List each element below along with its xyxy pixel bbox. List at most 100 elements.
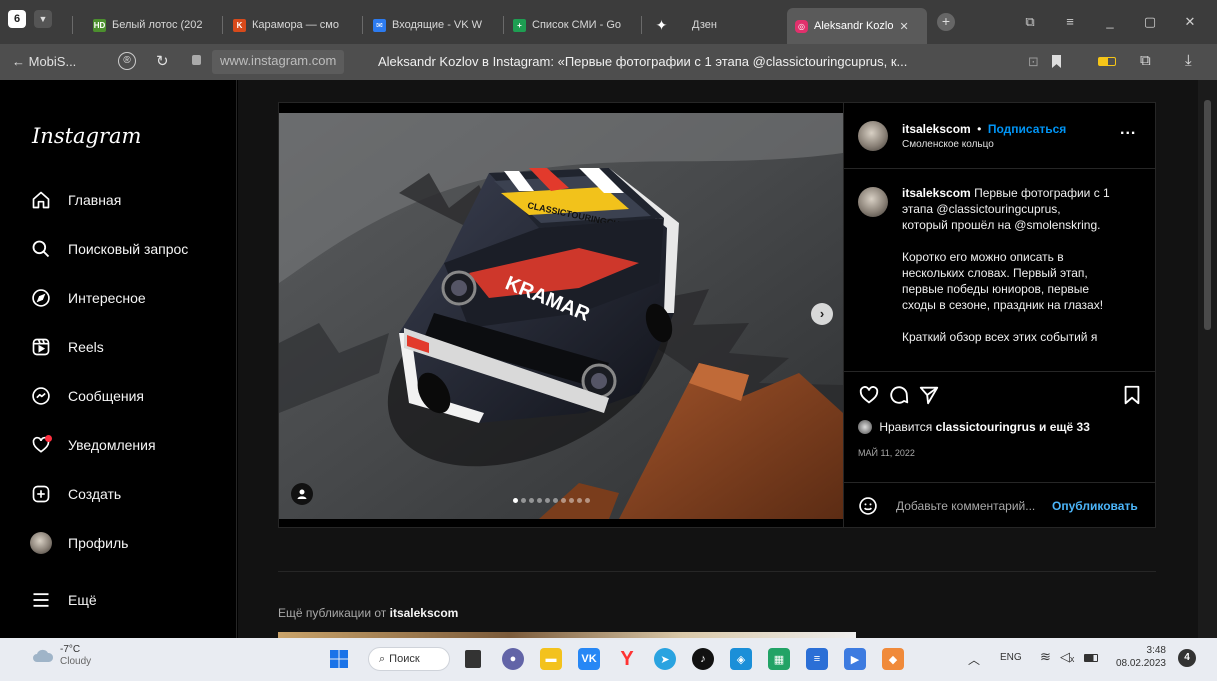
comment-icon[interactable] bbox=[888, 384, 910, 411]
new-tab-plus-icon[interactable]: + bbox=[937, 13, 955, 31]
vk-icon[interactable]: VK bbox=[578, 648, 600, 670]
post-photo[interactable]: CLASSICTOURINGCUP KRAMAR › bbox=[279, 113, 843, 519]
yandex-browser-icon[interactable]: Y bbox=[616, 648, 638, 670]
tab-list-chevron-icon[interactable]: ▼ bbox=[34, 10, 52, 28]
show-hidden-icons-chevron[interactable]: ︿ bbox=[968, 651, 980, 668]
docs-app-icon[interactable]: ≡ bbox=[806, 648, 828, 670]
sidebar-item-label: Reels bbox=[68, 339, 104, 355]
share-icon[interactable]: ⊡ bbox=[1028, 54, 1039, 70]
chat-icon[interactable]: ● bbox=[502, 648, 524, 670]
volume-icon[interactable]: ◁ₓ bbox=[1060, 649, 1074, 665]
like-heart-icon[interactable] bbox=[858, 384, 880, 411]
sidebar-item-home[interactable]: Главная bbox=[30, 185, 121, 215]
tiktok-icon[interactable]: ♪ bbox=[692, 648, 714, 670]
menu-lines-icon[interactable]: ≡ bbox=[1060, 12, 1080, 32]
sidebar-item-explore[interactable]: Интересное bbox=[30, 283, 146, 313]
save-bookmark-icon[interactable] bbox=[1122, 384, 1142, 411]
sidebar-item-messages[interactable]: Сообщения bbox=[30, 381, 144, 411]
comment-input[interactable]: Добавьте комментарий... bbox=[896, 499, 1035, 513]
sidebar-item-label: Ещё bbox=[68, 592, 97, 608]
page-scrollbar-thumb[interactable] bbox=[1204, 100, 1211, 330]
url-field[interactable]: www.instagram.com bbox=[212, 50, 345, 74]
restore-icon[interactable]: ▢ bbox=[1140, 12, 1160, 32]
more-posts-prefix: Ещё публикации от bbox=[278, 606, 387, 620]
tab-vk-inbox[interactable]: ✉ Входящие - VK W bbox=[373, 12, 495, 38]
language-indicator[interactable]: ENG bbox=[1000, 652, 1022, 663]
instagram-logo[interactable]: Instagram bbox=[32, 124, 141, 148]
liker-username[interactable]: classictouringrus bbox=[936, 420, 1036, 434]
post-location[interactable]: Смоленское кольцо bbox=[902, 139, 994, 150]
battery-icon[interactable] bbox=[1084, 654, 1098, 662]
sidebar-item-label: Интересное bbox=[68, 290, 146, 306]
tab-karamora[interactable]: K Карамора — смо bbox=[233, 12, 355, 38]
sidebar-item-label: Профиль bbox=[68, 535, 129, 551]
more-posts-user[interactable]: itsalekscom bbox=[390, 606, 459, 620]
sidebar-item-notifications[interactable]: Уведомления bbox=[30, 430, 156, 460]
tab-favicon-icon: K bbox=[233, 18, 246, 32]
author-username[interactable]: itsalekscom bbox=[902, 122, 971, 136]
more-options-icon[interactable]: ... bbox=[1120, 121, 1136, 139]
menu-icon bbox=[30, 589, 52, 611]
likes-prefix: Нравится bbox=[879, 420, 933, 434]
protect-icon[interactable]: ® bbox=[118, 52, 136, 70]
bookmark-icon[interactable] bbox=[1052, 55, 1061, 68]
extensions-icon[interactable]: ⧉ bbox=[1140, 52, 1151, 69]
sidebar-item-more[interactable]: Ещё bbox=[30, 585, 97, 615]
sidebar-item-label: Главная bbox=[68, 192, 122, 208]
liker-avatar[interactable] bbox=[858, 420, 872, 434]
sidebar-item-search[interactable]: Поисковый запрос bbox=[30, 234, 188, 264]
caption-avatar[interactable] bbox=[858, 187, 888, 217]
notification-count-badge[interactable]: 4 bbox=[1178, 649, 1196, 667]
follow-button[interactable]: Подписаться bbox=[988, 122, 1066, 136]
clock[interactable]: 3:48 08.02.2023 bbox=[1110, 644, 1166, 670]
tab-dzen[interactable]: ✦ Дзен bbox=[655, 12, 765, 38]
security-shield-icon[interactable]: ◈ bbox=[730, 648, 752, 670]
caption-line: нескольких словах. Первый этап, bbox=[902, 266, 1088, 280]
caption-line: Коротко его можно описать в bbox=[902, 250, 1064, 264]
caption-username[interactable]: itsalekscom bbox=[902, 186, 971, 200]
search-icon: ⌕ bbox=[379, 652, 386, 665]
tab-favicon-icon: HD bbox=[93, 18, 106, 32]
close-window-icon[interactable]: ✕ bbox=[1180, 12, 1200, 32]
clock-date: 08.02.2023 bbox=[1115, 658, 1166, 669]
reload-icon[interactable]: ↻ bbox=[156, 52, 169, 70]
share-plane-icon[interactable] bbox=[918, 384, 940, 411]
tab-white-lotus[interactable]: HD Белый лотос (202 bbox=[93, 12, 215, 38]
download-icon[interactable]: ⤓ bbox=[1185, 52, 1192, 69]
tab-count-button[interactable]: 6 bbox=[8, 10, 26, 28]
tab-favicon-icon: ✦ bbox=[655, 16, 668, 33]
likes-suffix[interactable]: и ещё 33 bbox=[1039, 420, 1090, 434]
publish-comment-button[interactable]: Опубликовать bbox=[1052, 499, 1138, 513]
carousel-dot bbox=[521, 498, 526, 503]
author-avatar[interactable] bbox=[858, 121, 888, 151]
telegram-icon[interactable]: ➤ bbox=[654, 648, 676, 670]
taskbar-search-box[interactable]: ⌕ Поиск bbox=[368, 647, 450, 671]
collections-icon[interactable]: ⧉ bbox=[1020, 12, 1040, 32]
sidebar-item-profile[interactable]: Профиль bbox=[30, 528, 128, 558]
task-view-icon[interactable] bbox=[465, 650, 481, 668]
lock-icon bbox=[192, 55, 201, 65]
sidebar-item-create[interactable]: Создать bbox=[30, 479, 121, 509]
carousel-dot bbox=[513, 498, 518, 503]
battery-saver-icon[interactable] bbox=[1098, 57, 1116, 66]
tagged-user-icon[interactable] bbox=[291, 483, 313, 505]
tab-close-icon[interactable]: ✕ bbox=[900, 20, 909, 33]
sidebar-item-reels[interactable]: Reels bbox=[30, 332, 104, 362]
carousel-next-button[interactable]: › bbox=[811, 303, 833, 325]
minimize-icon[interactable]: _ bbox=[1100, 12, 1120, 32]
weather-widget[interactable]: -7°C Cloudy bbox=[32, 644, 91, 668]
tab-media-list[interactable]: + Список СМИ - Go bbox=[513, 12, 635, 38]
back-button[interactable]: ← MobiS... bbox=[12, 54, 76, 69]
taskbar-search-label: Поиск bbox=[389, 653, 420, 665]
browser-tab-bar: 6 ▼ HD Белый лотос (202 K Карамора — смо… bbox=[0, 0, 1217, 44]
file-explorer-icon[interactable]: ▬ bbox=[540, 648, 562, 670]
tab-instagram-active[interactable]: ◎ Aleksandr Kozlo ✕ bbox=[787, 8, 927, 44]
emoji-icon[interactable] bbox=[858, 496, 878, 521]
browser-taskbar-icon[interactable]: ◆ bbox=[882, 648, 904, 670]
carousel-dots bbox=[513, 498, 590, 503]
wifi-icon[interactable]: ≋ bbox=[1040, 649, 1051, 665]
post-date[interactable]: МАЙ 11, 2022 bbox=[858, 448, 915, 458]
start-windows-icon[interactable] bbox=[328, 648, 350, 670]
media-app-icon[interactable]: ▶ bbox=[844, 648, 866, 670]
sheets-app-icon[interactable]: ▦ bbox=[768, 648, 790, 670]
